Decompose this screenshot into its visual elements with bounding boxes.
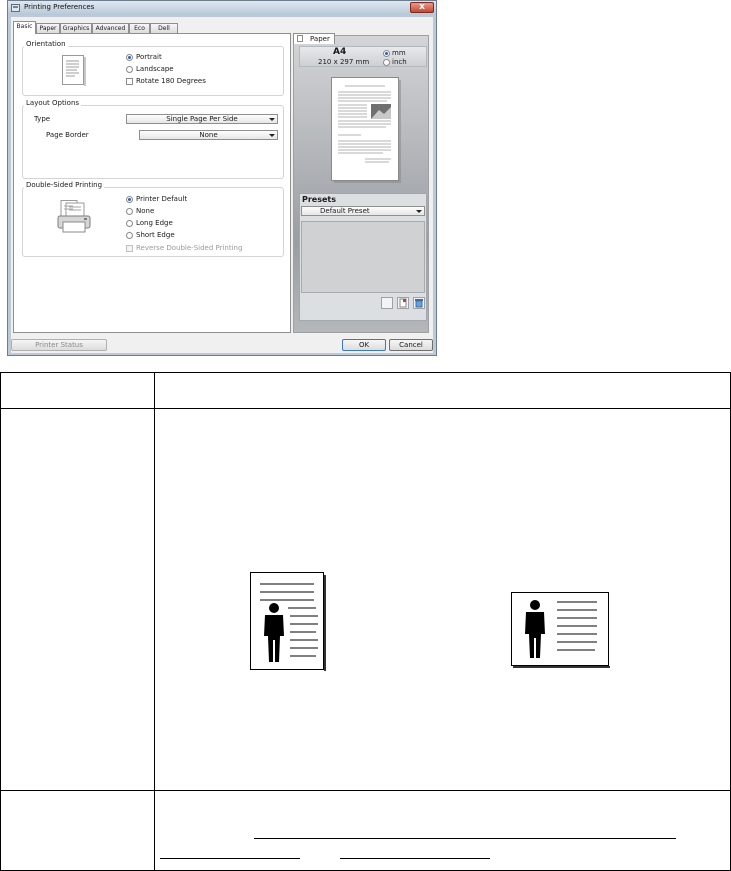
reverse-duplex-label: Reverse Double-Sided Printing <box>136 244 243 252</box>
printer-status-button[interactable]: Printer Status <box>11 339 107 351</box>
type-dropdown[interactable]: Single Page Per Side <box>126 114 278 124</box>
rotate-180-label: Rotate 180 Degrees <box>136 77 206 85</box>
unit-mm-label: mm <box>392 49 406 57</box>
tab-advanced[interactable]: Advanced <box>92 23 129 33</box>
duplex-long-edge-label: Long Edge <box>136 219 173 227</box>
portrait-figure-icon <box>250 572 326 671</box>
delete-preset-button[interactable] <box>413 297 425 309</box>
close-button[interactable]: x <box>410 2 434 13</box>
unit-inch-label: inch <box>392 58 407 66</box>
portrait-page-icon <box>62 55 86 86</box>
presets-title: Presets <box>302 195 337 204</box>
chevron-down-icon <box>269 118 275 121</box>
close-icon: x <box>419 2 425 12</box>
chevron-down-icon <box>269 134 275 137</box>
tab-paper[interactable]: Paper <box>36 23 60 33</box>
unit-mm-radio[interactable] <box>383 50 390 57</box>
document-table <box>0 372 731 871</box>
tab-graphics[interactable]: Graphics <box>60 23 92 33</box>
paper-dimensions: 210 x 297 mm <box>318 58 370 66</box>
page-border-label: Page Border <box>46 131 89 139</box>
landscape-label: Landscape <box>136 65 174 73</box>
orientation-title: Orientation <box>24 40 68 48</box>
duplex-printer-default-radio[interactable] <box>126 196 133 203</box>
rotate-180-checkbox[interactable] <box>126 78 133 85</box>
table-border-left <box>0 372 1 871</box>
duplex-none-radio[interactable] <box>126 208 133 215</box>
trash-icon <box>415 299 423 308</box>
duplex-short-edge-label: Short Edge <box>136 231 175 239</box>
chevron-down-icon <box>416 210 422 213</box>
preset-list[interactable] <box>301 221 425 293</box>
landscape-figure-icon <box>511 592 610 668</box>
preset-dropdown[interactable]: Default Preset <box>301 206 425 216</box>
tab-dell[interactable]: Dell <box>150 23 178 33</box>
page-preview-thumbnail <box>331 77 401 183</box>
table-border-top <box>0 372 731 373</box>
save-preset-button[interactable] <box>397 297 409 309</box>
printing-preferences-dialog: Printing Preferences x Basic Paper Graph… <box>7 0 437 356</box>
printer-app-icon <box>11 4 20 12</box>
duplex-printer-default-label: Printer Default <box>136 195 188 203</box>
duplex-long-edge-radio[interactable] <box>126 220 133 227</box>
portrait-label: Portrait <box>136 53 162 61</box>
type-value: Single Page Per Side <box>166 115 238 123</box>
add-preset-button[interactable] <box>381 297 393 309</box>
paper-name: A4 <box>333 47 347 57</box>
dialog-client: Basic Paper Graphics Advanced Eco Dell O… <box>11 17 433 353</box>
cancel-button[interactable]: Cancel <box>389 339 433 351</box>
underline-rule <box>254 838 676 839</box>
underline-rule <box>340 858 490 859</box>
portrait-radio[interactable] <box>126 54 133 61</box>
paper-size-box: A4 210 x 297 mm mm inch <box>299 46 427 67</box>
duplex-none-label: None <box>136 207 155 215</box>
basic-tab-panel: Orientation Portrait Landscape Rotate 18… <box>13 33 291 333</box>
reverse-duplex-checkbox[interactable] <box>126 245 133 252</box>
paper-tab-label: Paper <box>310 35 330 43</box>
page-border-value: None <box>199 131 218 139</box>
table-row-divider <box>0 408 731 409</box>
tab-basic[interactable]: Basic <box>13 21 36 34</box>
table-row-divider <box>0 790 731 791</box>
double-sided-title: Double-Sided Printing <box>24 181 105 189</box>
window-title: Printing Preferences <box>24 3 95 11</box>
tab-eco[interactable]: Eco <box>129 23 150 33</box>
title-bar: Printing Preferences x <box>8 1 436 15</box>
printer-icon <box>57 200 91 233</box>
page-icon <box>297 35 303 42</box>
layout-options-title: Layout Options <box>24 99 82 107</box>
type-label: Type <box>34 115 51 123</box>
landscape-radio[interactable] <box>126 66 133 73</box>
duplex-short-edge-radio[interactable] <box>126 232 133 239</box>
page-border-dropdown[interactable]: None <box>139 130 278 140</box>
ok-button[interactable]: OK <box>342 339 386 351</box>
preset-value: Default Preset <box>320 207 370 215</box>
table-column-divider <box>154 372 155 871</box>
underline-rule <box>160 858 300 859</box>
paper-preview-tab[interactable]: Paper <box>293 33 335 44</box>
save-icon <box>399 298 407 308</box>
unit-inch-radio[interactable] <box>383 59 390 66</box>
